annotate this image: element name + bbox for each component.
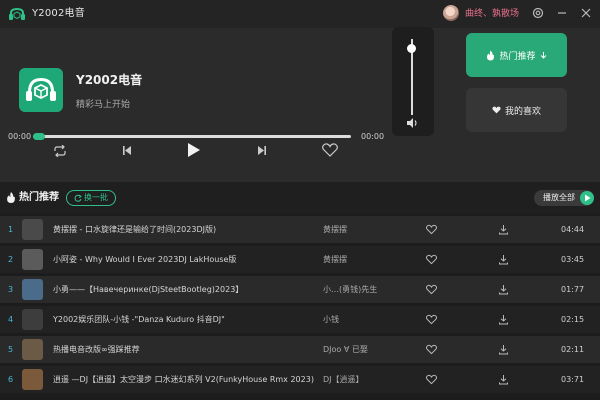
fire-icon xyxy=(487,50,495,60)
song-thumbnail[interactable] xyxy=(22,219,43,240)
volume-icon[interactable] xyxy=(405,116,419,130)
song-subtitle: 精彩马上开始 xyxy=(76,100,131,110)
row-index: 2 xyxy=(8,255,14,264)
heart-icon[interactable] xyxy=(426,224,437,235)
heart-icon[interactable] xyxy=(426,344,437,355)
hot-recommend-button[interactable]: 热门推荐 xyxy=(466,33,567,77)
song-thumbnail[interactable] xyxy=(22,279,43,300)
title-bar: Y2002电音 曲终、孰散场 xyxy=(0,0,600,28)
table-row[interactable]: 1 黄摆摆 - 口水旋律还是输给了时间(2023DJ版) 黄摆摆 04:44 xyxy=(0,216,600,243)
progress-knob[interactable] xyxy=(33,133,45,140)
settings-icon[interactable] xyxy=(531,6,545,20)
table-row[interactable]: 4 Y2002娱乐团队-小钱 -"Danza Kuduro 抖音DJ" 小钱 02:1… xyxy=(0,306,600,333)
row-index: 1 xyxy=(8,225,14,234)
section-header: 热门推荐 换一批 播放全部 xyxy=(0,182,600,214)
download-icon[interactable] xyxy=(498,344,509,355)
row-duration: 03:45 xyxy=(561,255,585,264)
download-icon[interactable] xyxy=(498,254,509,265)
next-icon[interactable] xyxy=(257,145,267,156)
row-title[interactable]: Y2002娱乐团队-小钱 -"Danza Kuduro 抖音DJ" xyxy=(53,315,315,325)
play-all-icon xyxy=(580,191,594,205)
song-list: 1 黄摆摆 - 口水旋律还是输给了时间(2023DJ版) 黄摆摆 04:44 2 小阿姿 … xyxy=(0,216,600,400)
download-arrow-icon xyxy=(540,51,546,59)
row-title[interactable]: 黄摆摆 - 口水旋律还是输给了时间(2023DJ版) xyxy=(53,225,315,235)
row-artist[interactable]: DJoo ∀ 已娶 xyxy=(323,345,413,355)
song-thumbnail[interactable] xyxy=(22,309,43,330)
row-title[interactable]: 逍遥 —DJ【逍遥】太空漫步 口水迷幻系列 V2(FunkyHouse Rmx … xyxy=(53,375,315,385)
refresh-button[interactable]: 换一批 xyxy=(66,190,116,206)
row-index: 3 xyxy=(8,285,14,294)
heart-icon[interactable] xyxy=(426,314,437,325)
refresh-label: 换一批 xyxy=(84,193,108,202)
heart-icon[interactable] xyxy=(426,254,437,265)
like-icon[interactable] xyxy=(322,143,338,157)
song-thumbnail[interactable] xyxy=(22,369,43,390)
download-icon[interactable] xyxy=(498,374,509,385)
table-row[interactable]: 6 逍遥 —DJ【逍遥】太空漫步 口水迷幻系列 V2(FunkyHouse Rmx… xyxy=(0,366,600,393)
section-title: 热门推荐 xyxy=(19,192,59,203)
row-index: 6 xyxy=(8,375,14,384)
close-icon[interactable] xyxy=(579,6,593,20)
volume-panel xyxy=(392,27,434,136)
row-title[interactable]: 小阿姿 - Why Would I Ever 2023DJ LakHouse版 xyxy=(53,255,315,265)
song-title: Y2002电音 xyxy=(76,73,143,87)
fire-icon xyxy=(7,191,15,204)
app-logo-icon xyxy=(9,8,25,20)
row-duration: 01:77 xyxy=(561,285,585,294)
my-favorites-button[interactable]: 我的喜欢 xyxy=(466,88,567,132)
table-row[interactable]: 2 小阿姿 - Why Would I Ever 2023DJ LakHouse版… xyxy=(0,246,600,273)
previous-icon[interactable] xyxy=(122,145,132,156)
refresh-icon xyxy=(74,194,82,202)
row-duration: 03:71 xyxy=(561,375,585,384)
row-title[interactable]: 热播电音改版∞强踩推荐 xyxy=(53,345,315,355)
heart-icon[interactable] xyxy=(426,284,437,295)
table-row[interactable]: 3 小勇——【Навечеринке(DjSteetBootleg)2023】 小…… xyxy=(0,276,600,303)
row-duration: 04:44 xyxy=(561,225,585,234)
row-index: 4 xyxy=(8,315,14,324)
play-icon[interactable] xyxy=(187,142,201,158)
row-duration: 02:11 xyxy=(561,345,585,354)
row-title[interactable]: 小勇——【Навечеринке(DjSteetBootleg)2023】 xyxy=(53,285,315,295)
row-artist[interactable]: 小…(勇钱)先生 xyxy=(323,285,413,295)
row-index: 5 xyxy=(8,345,14,354)
play-all-button[interactable]: 播放全部 xyxy=(534,190,594,206)
my-favorites-label: 我的喜欢 xyxy=(504,106,541,117)
download-icon[interactable] xyxy=(498,224,509,235)
download-icon[interactable] xyxy=(498,284,509,295)
song-thumbnail[interactable] xyxy=(22,249,43,270)
avatar[interactable] xyxy=(443,5,459,21)
app-title: Y2002电音 xyxy=(32,8,85,19)
minimize-icon[interactable] xyxy=(555,6,569,20)
table-row[interactable]: 5 热播电音改版∞强踩推荐 DJoo ∀ 已娶 02:11 xyxy=(0,336,600,363)
row-artist[interactable]: DJ【逍遥】 xyxy=(323,375,413,385)
heart-icon xyxy=(492,106,501,114)
song-thumbnail[interactable] xyxy=(22,339,43,360)
album-art xyxy=(19,68,63,112)
current-time: 00:00 xyxy=(8,132,32,141)
volume-knob[interactable] xyxy=(407,44,416,54)
album-logo-icon xyxy=(26,78,56,101)
repeat-icon[interactable] xyxy=(53,145,67,157)
hot-recommend-label: 热门推荐 xyxy=(499,51,536,62)
row-duration: 02:15 xyxy=(561,315,585,324)
progress-bar[interactable] xyxy=(33,133,351,140)
heart-icon[interactable] xyxy=(426,374,437,385)
row-artist[interactable]: 黄摆摆 xyxy=(323,225,413,235)
user-name[interactable]: 曲终、孰散场 xyxy=(465,8,519,20)
play-all-label: 播放全部 xyxy=(543,193,575,202)
download-icon[interactable] xyxy=(498,314,509,325)
total-time: 00:00 xyxy=(361,132,385,141)
row-artist[interactable]: 黄摆摆 xyxy=(323,255,413,265)
row-artist[interactable]: 小钱 xyxy=(323,315,413,325)
